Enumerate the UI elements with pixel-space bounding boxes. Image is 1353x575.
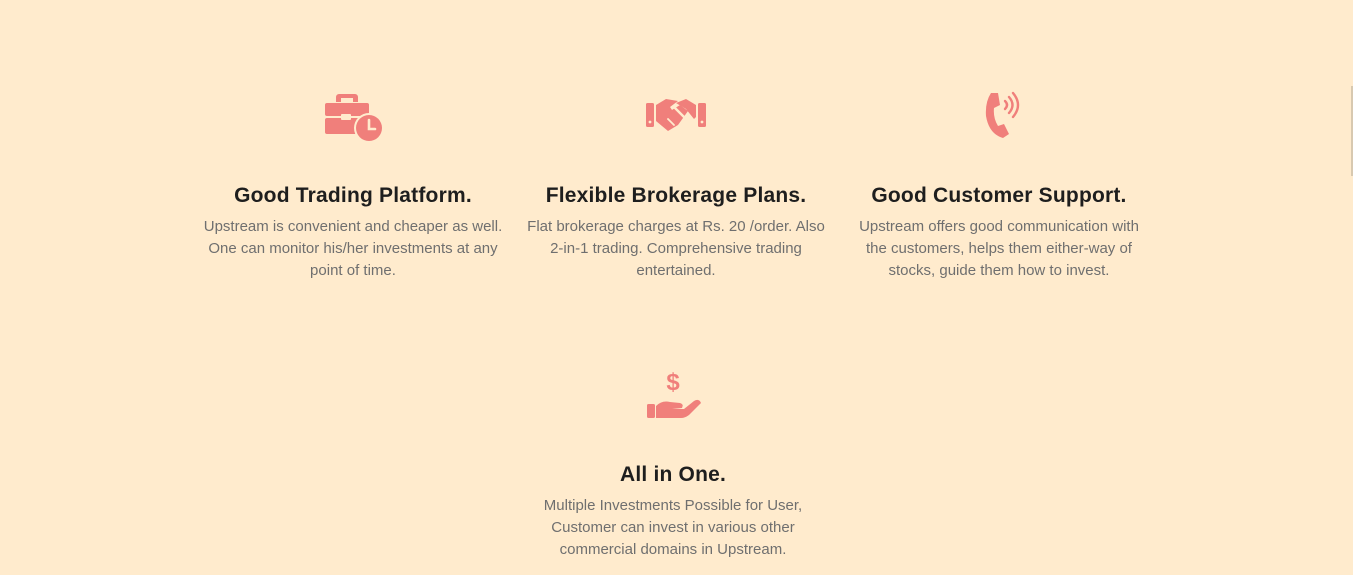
feature-description: Multiple Investments Possible for User, … <box>543 497 803 558</box>
feature-title: Good Trading Platform. <box>234 184 472 207</box>
feature-title: All in One. <box>619 463 727 486</box>
svg-text:$: $ <box>666 369 680 396</box>
feature-card-trading-platform: Good Trading Platform. Upstream is conve… <box>203 85 503 282</box>
features-section: Good Trading Platform. Upstream is conve… <box>0 0 1353 575</box>
hand-holding-dollar-icon: $ <box>523 364 823 424</box>
feature-card-brokerage-plans: Flexible Brokerage Plans. Flat brokerage… <box>526 85 826 282</box>
feature-description: Upstream is convenient and cheaper as we… <box>203 218 503 279</box>
feature-description: Flat brokerage charges at Rs. 20 /order.… <box>527 218 825 279</box>
briefcase-clock-icon <box>203 85 503 145</box>
feature-title: Flexible Brokerage Plans. <box>545 184 807 207</box>
feature-description: Upstream offers good communication with … <box>859 218 1139 279</box>
feature-card-all-in-one: $ All in One. Multiple Investments Possi… <box>523 364 823 561</box>
feature-title: Good Customer Support. <box>871 184 1127 207</box>
handshake-icon <box>526 85 826 145</box>
feature-card-customer-support: Good Customer Support. Upstream offers g… <box>849 85 1149 282</box>
phone-volume-icon <box>849 85 1149 145</box>
